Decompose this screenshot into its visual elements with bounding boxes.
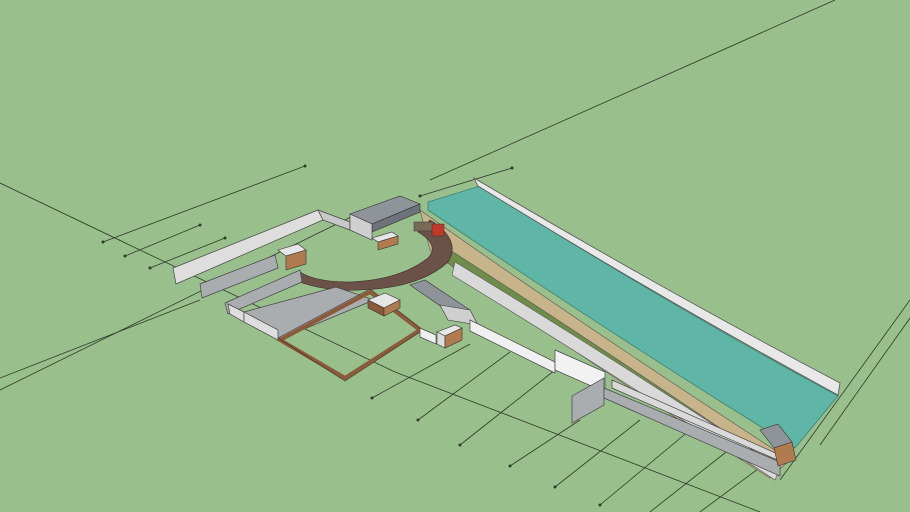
guide-line [509,419,581,467]
guide-line [429,0,836,181]
model-viewport[interactable] [0,0,910,512]
guide-line [649,444,736,512]
wall-segment [317,209,351,231]
site-model-scene[interactable] [0,0,910,512]
canopy-structure [349,195,421,241]
guide-line [0,299,201,379]
truck-cab [431,223,445,237]
wall-segment [419,327,437,345]
guide-line [554,419,641,488]
gate-structure [409,279,479,349]
guide-line [0,182,396,373]
truck-bed [413,221,435,232]
guide-line [459,369,556,446]
